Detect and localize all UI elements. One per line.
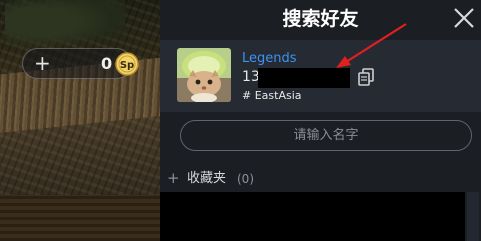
expand-plus-icon[interactable]: + (167, 169, 180, 187)
friend-name[interactable]: Legends (242, 50, 297, 67)
currency-widget: + 0 Sp (22, 48, 139, 79)
favorites-header[interactable]: + 收藏夹 (0) (160, 166, 481, 192)
favorites-label: 收藏夹 (187, 171, 227, 186)
redacted-list-area (160, 192, 465, 241)
scrollbar[interactable] (467, 192, 479, 241)
coin-glyph: Sp (120, 60, 134, 71)
dialog-title: 搜索好友 (282, 8, 359, 30)
foliage (5, 0, 125, 55)
currency-amount: 0 (101, 54, 113, 73)
coin-icon: Sp (115, 52, 139, 76)
close-icon[interactable] (451, 5, 477, 31)
search-friend-panel: 搜索好友 Legends 13 # EastAsia 请输入名字 + 收藏夹 (… (160, 0, 481, 241)
favorites-count: (0) (237, 172, 254, 186)
redacted-id (258, 68, 350, 88)
copy-icon[interactable] (358, 68, 374, 86)
search-input[interactable] (180, 120, 472, 151)
game-scene-background: + 0 Sp (0, 0, 160, 241)
wooden-floor (0, 195, 160, 241)
friend-region-tag: # EastAsia (242, 89, 302, 102)
plus-icon[interactable]: + (34, 52, 51, 74)
friend-result-card[interactable]: Legends 13 # EastAsia (160, 40, 481, 112)
avatar[interactable] (177, 48, 231, 102)
